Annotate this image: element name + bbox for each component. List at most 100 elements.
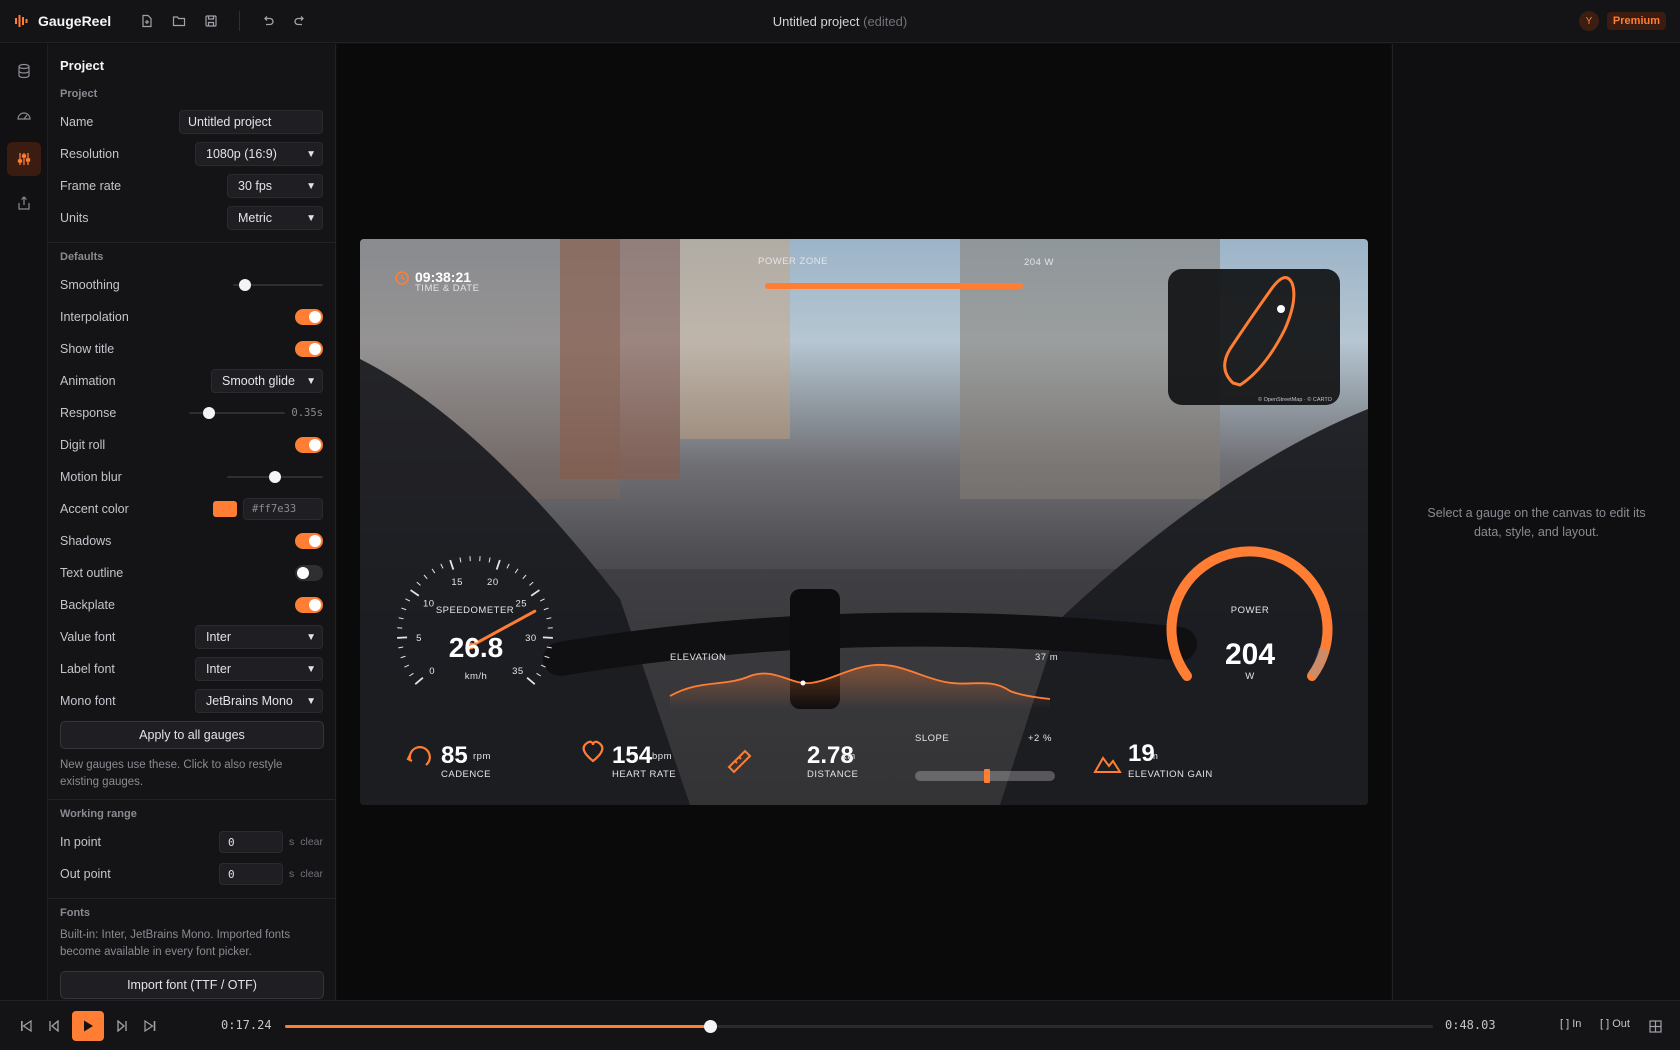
bracket-icon: [ ] (1600, 1018, 1610, 1030)
inspector-panel: Select a gauge on the canvas to edit its… (1392, 44, 1680, 1000)
speedometer-tick-label: 0 (429, 666, 435, 677)
timeline-progress (285, 1025, 710, 1028)
defaults-help-text: New gauges use these. Click to also rest… (60, 759, 283, 788)
speedometer-tick-label: 5 (416, 633, 422, 644)
resolution-label: Resolution (60, 147, 120, 161)
project-name-input[interactable]: Untitled project (179, 110, 323, 134)
elevation-gain-label: ELEVATION GAIN (1128, 769, 1213, 780)
skip-to-end-icon[interactable] (140, 1016, 160, 1036)
settings-icon[interactable] (7, 142, 41, 176)
chevron-down-icon: ▼ (306, 375, 316, 387)
accent-swatch[interactable] (213, 501, 237, 517)
chevron-down-icon: ▼ (306, 631, 316, 643)
framerate-select[interactable]: 30 fps ▼ (227, 174, 323, 198)
project-panel: Project Project Name Untitled project Res… (48, 44, 336, 1000)
apply-all-gauges-button[interactable]: Apply to all gauges (60, 721, 324, 749)
redo-icon[interactable] (290, 11, 310, 31)
value-font-label: Value font (60, 630, 116, 644)
interpolation-toggle[interactable] (295, 309, 323, 325)
animation-select[interactable]: Smooth glide ▼ (211, 369, 323, 393)
speedometer-label: SPEEDOMETER (436, 605, 514, 616)
project-section: Project Name Untitled project Resolution 1… (48, 80, 335, 243)
canvas-area[interactable]: 09:38:21 TIME & DATE POWER ZONE 204 W © … (337, 44, 1391, 1000)
text-outline-toggle[interactable] (295, 565, 323, 581)
power-zone-label: POWER ZONE (758, 256, 828, 267)
elevation-value: 37 m (1035, 652, 1058, 663)
export-icon[interactable] (7, 186, 41, 220)
gauges-icon[interactable] (7, 98, 41, 132)
response-slider[interactable] (189, 405, 286, 421)
shadows-label: Shadows (60, 534, 112, 548)
grid-icon[interactable] (1645, 1016, 1665, 1036)
elevation-label: ELEVATION (670, 652, 726, 663)
undo-icon[interactable] (258, 11, 278, 31)
section-heading: Defaults (60, 251, 104, 263)
mono-font-select[interactable]: JetBrains Mono ▼ (195, 689, 323, 713)
slope-label: SLOPE (915, 733, 949, 744)
in-point-input[interactable]: 0 (218, 831, 283, 853)
out-point-clear-button[interactable]: clear (300, 868, 323, 880)
elevation-gain-unit: m (1150, 751, 1158, 762)
out-point-input[interactable]: 0 (218, 863, 283, 885)
avatar[interactable]: Y (1578, 11, 1599, 31)
route-position-marker (1277, 305, 1285, 313)
new-file-icon[interactable] (137, 11, 157, 31)
response-label: Response (60, 406, 117, 420)
step-back-icon[interactable] (44, 1016, 64, 1036)
timeline-scrubber[interactable] (285, 1020, 1433, 1033)
motion-blur-label: Motion blur (60, 470, 122, 484)
motion-blur-slider[interactable] (227, 469, 323, 485)
video-preview[interactable]: 09:38:21 TIME & DATE POWER ZONE 204 W © … (360, 239, 1368, 805)
out-point-label: Out point (60, 867, 111, 881)
resolution-select[interactable]: 1080p (16:9) ▼ (195, 142, 323, 166)
distance-label: DISTANCE (807, 769, 858, 780)
speedometer-tick-label: 35 (512, 666, 524, 677)
overlay-svg: 09:38:21 TIME & DATE POWER ZONE 204 W © … (360, 239, 1368, 805)
route-map-widget[interactable]: © OpenStreetMap · © CARTO (1168, 269, 1340, 405)
open-folder-icon[interactable] (169, 11, 189, 31)
accent-hex-input[interactable]: #ff7e33 (243, 498, 323, 520)
import-font-button[interactable]: Import font (TTF / OTF) (60, 971, 324, 999)
fonts-help-text: Built-in: Inter, JetBrains Mono. Importe… (60, 929, 291, 958)
timeline-bar: 0:17.24 0:48.03 [ ] In [ ] Out (0, 1000, 1680, 1050)
units-select[interactable]: Metric ▼ (227, 206, 323, 230)
panel-title: Project (60, 58, 105, 73)
skip-to-start-icon[interactable] (16, 1016, 36, 1036)
section-heading: Working range (60, 808, 137, 820)
backplate-label: Backplate (60, 598, 115, 612)
working-range-section: Working range In point 0 s clear Out point 0… (48, 800, 335, 899)
shadows-toggle[interactable] (295, 533, 323, 549)
play-icon (84, 1020, 93, 1032)
map-credit: © OpenStreetMap · © CARTO (1258, 396, 1333, 403)
set-out-point-button[interactable]: [ ] Out (1600, 1018, 1630, 1030)
toolbar-divider (239, 11, 241, 31)
section-heading: Fonts (60, 907, 90, 919)
text-outline-label: Text outline (60, 566, 124, 580)
building-brick (560, 239, 680, 479)
power-value: 204 (1225, 638, 1275, 671)
distance-unit: km (842, 751, 856, 762)
in-point-clear-button[interactable]: clear (300, 836, 323, 848)
backplate-toggle[interactable] (295, 597, 323, 613)
framerate-label: Frame rate (60, 179, 122, 193)
slope-indicator (984, 769, 990, 783)
power-label: POWER (1231, 605, 1269, 616)
digit-roll-toggle[interactable] (295, 437, 323, 453)
cadence-unit: rpm (473, 751, 491, 762)
cadence-value: 85 (441, 742, 468, 769)
show-title-toggle[interactable] (295, 341, 323, 357)
data-icon[interactable] (7, 54, 41, 88)
value-font-select[interactable]: Inter ▼ (195, 625, 323, 649)
smoothing-slider[interactable] (233, 277, 323, 293)
power-unit: W (1245, 671, 1254, 682)
set-in-point-button[interactable]: [ ] In (1560, 1018, 1581, 1030)
save-icon[interactable] (201, 11, 221, 31)
play-button[interactable] (72, 1011, 104, 1041)
top-bar: GaugeReel Untitled project (edited) Y Pr… (0, 0, 1680, 43)
label-font-select[interactable]: Inter ▼ (195, 657, 323, 681)
premium-badge[interactable]: Premium (1606, 12, 1666, 30)
heart-rate-value: 154 (612, 742, 653, 769)
name-label: Name (60, 115, 94, 129)
playhead-handle[interactable] (703, 1020, 717, 1033)
step-forward-icon[interactable] (112, 1016, 132, 1036)
